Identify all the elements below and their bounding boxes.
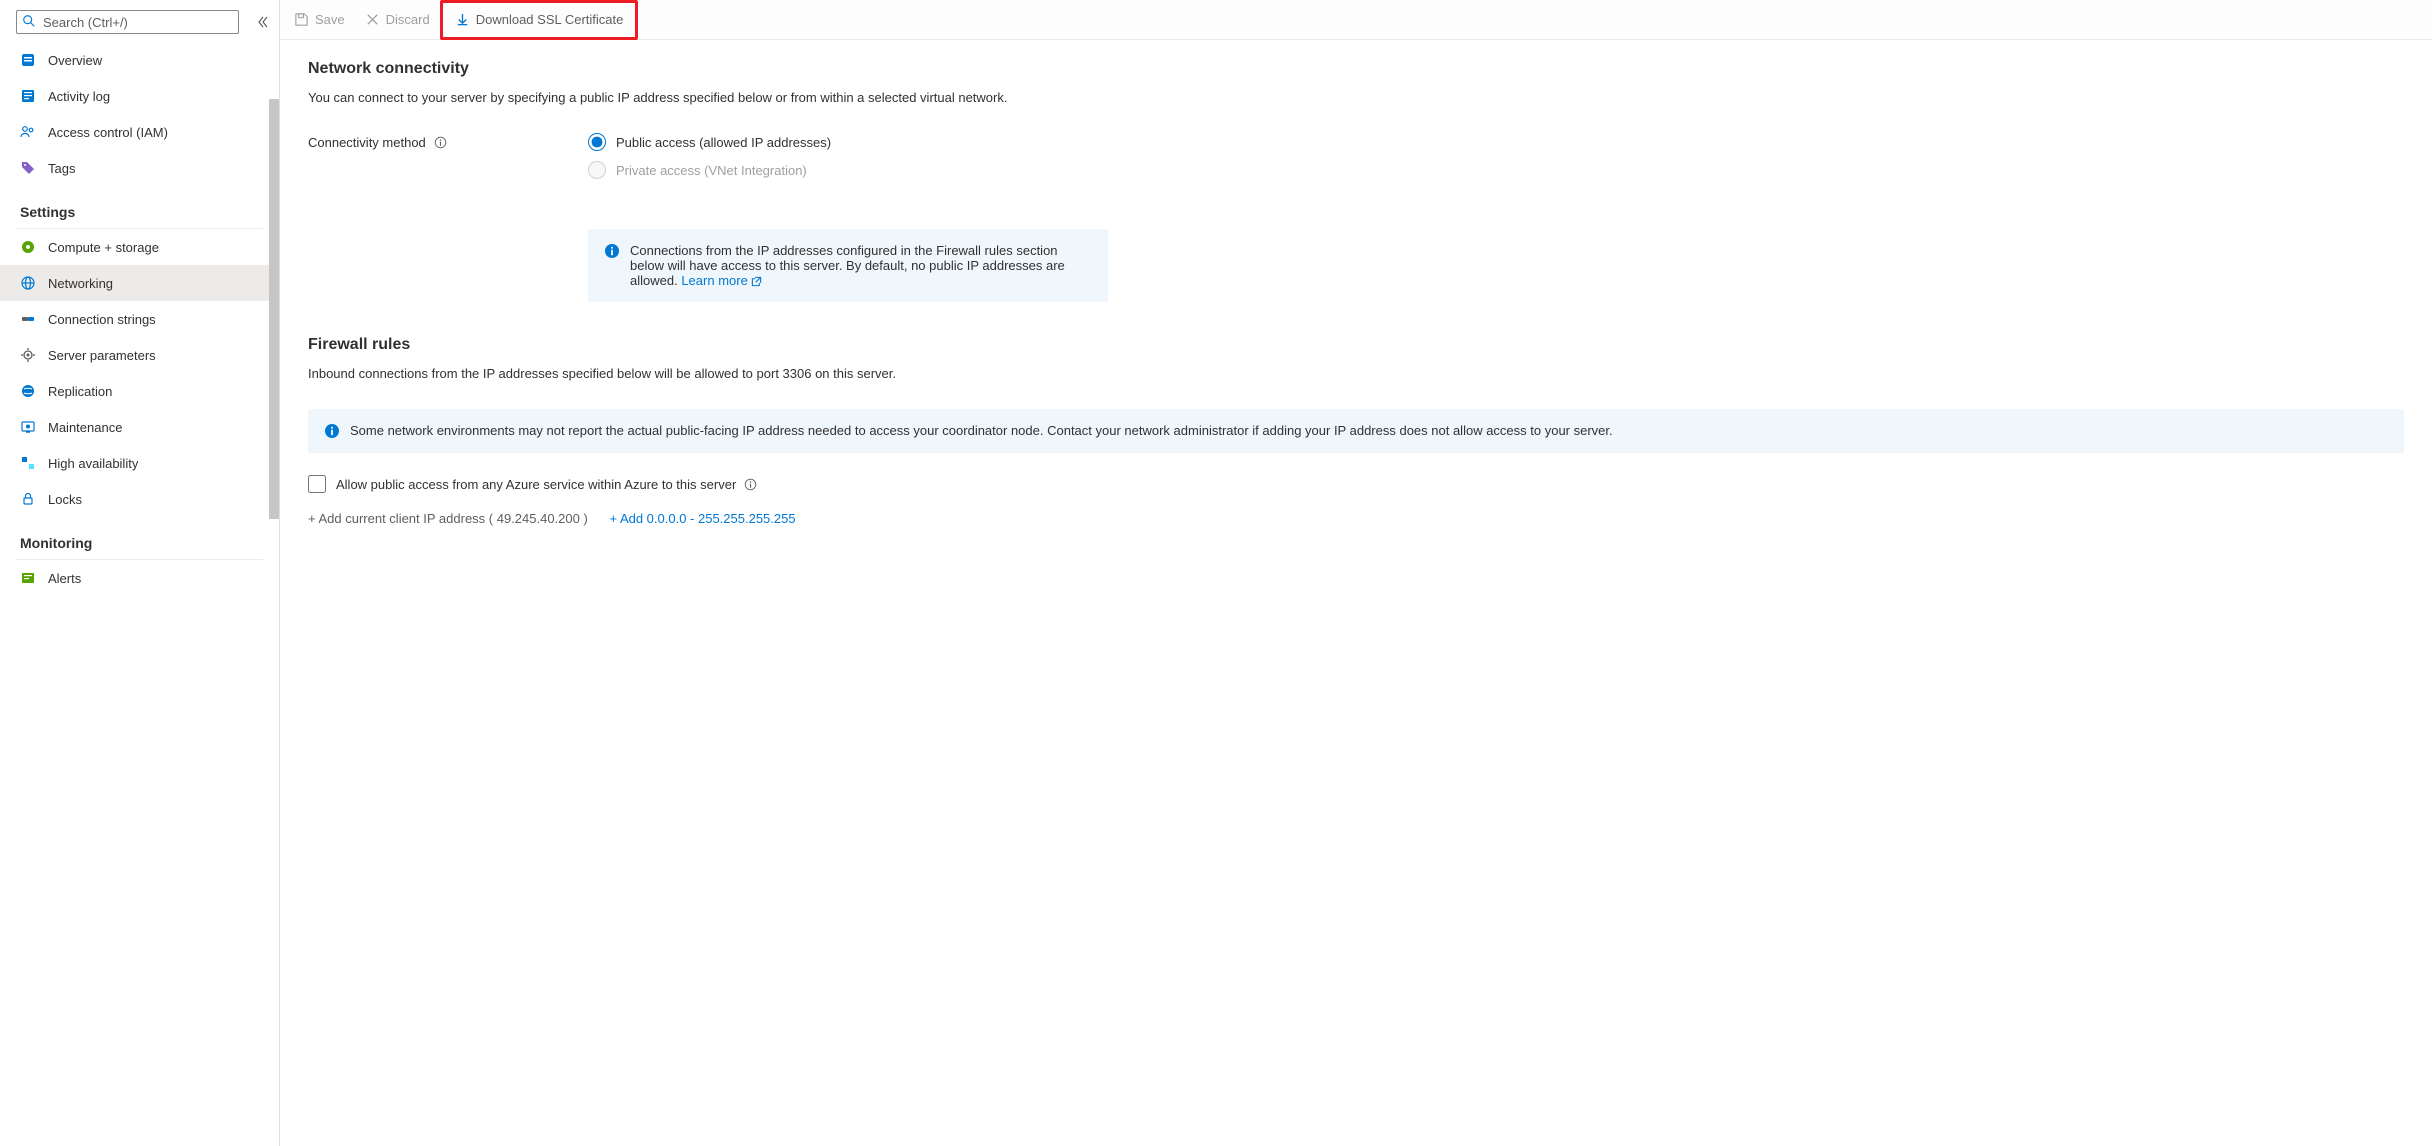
toolbar-btn-label: Save (315, 12, 345, 27)
activity-log-icon (20, 88, 36, 104)
sidebar-item-label: Access control (IAM) (48, 125, 168, 140)
env-info-box: Some network environments may not report… (308, 409, 2404, 453)
connectivity-method-row: Connectivity method Public access (allow… (308, 133, 2404, 308)
download-ssl-button[interactable]: Download SSL Certificate (440, 0, 639, 40)
sidebar-item-label: Networking (48, 276, 113, 291)
firewall-rules-description: Inbound connections from the IP addresse… (308, 366, 2404, 381)
ip-info-box: Connections from the IP addresses config… (588, 229, 1108, 302)
scrollbar-thumb[interactable] (269, 99, 279, 519)
sidebar-item-alerts[interactable]: Alerts (0, 560, 279, 596)
discard-icon (365, 12, 380, 27)
save-button[interactable]: Save (284, 4, 355, 36)
collapse-sidebar-button[interactable] (255, 14, 271, 30)
sidebar-section-settings: Settings (0, 186, 279, 224)
firewall-rules-heading: Firewall rules (308, 336, 2404, 354)
allow-azure-row[interactable]: Allow public access from any Azure servi… (308, 475, 2404, 493)
radio-label: Private access (VNet Integration) (616, 163, 807, 178)
sidebar-item-label: Tags (48, 161, 75, 176)
info-icon (604, 243, 620, 288)
sidebar-item-label: High availability (48, 456, 138, 471)
sidebar-item-replication[interactable]: Replication (0, 373, 279, 409)
alerts-icon (20, 570, 36, 586)
sidebar-item-overview[interactable]: Overview (0, 42, 279, 78)
info-icon (324, 423, 340, 439)
tag-icon (20, 160, 36, 176)
radio-private-access: Private access (VNet Integration) (588, 161, 2404, 179)
content-area: Network connectivity You can connect to … (280, 40, 2432, 1146)
sidebar-item-label: Compute + storage (48, 240, 159, 255)
sidebar-item-connection-strings[interactable]: Connection strings (0, 301, 279, 337)
toolbar-btn-label: Download SSL Certificate (476, 12, 624, 27)
sidebar-nav: Overview Activity log Access control (IA… (0, 42, 279, 1146)
toolbar: Save Discard Download SSL Certificate (280, 0, 2432, 40)
add-current-ip[interactable]: + Add current client IP address ( 49.245… (308, 511, 591, 526)
sidebar-item-label: Connection strings (48, 312, 156, 327)
sidebar-item-high-availability[interactable]: High availability (0, 445, 279, 481)
sidebar: Overview Activity log Access control (IA… (0, 0, 280, 1146)
sidebar-item-label: Server parameters (48, 348, 156, 363)
sidebar-item-activity-log[interactable]: Activity log (0, 78, 279, 114)
sidebar-item-locks[interactable]: Locks (0, 481, 279, 517)
info-text: Some network environments may not report… (350, 423, 1613, 439)
sidebar-item-iam[interactable]: Access control (IAM) (0, 114, 279, 150)
main-area: Save Discard Download SSL Certificate Ne… (280, 0, 2432, 1146)
sidebar-section-monitoring: Monitoring (0, 517, 279, 555)
sidebar-item-tags[interactable]: Tags (0, 150, 279, 186)
connectivity-method-label: Connectivity method (308, 135, 426, 150)
network-connectivity-description: You can connect to your server by specif… (308, 90, 2404, 105)
networking-icon (20, 275, 36, 291)
learn-more-link[interactable]: Learn more (681, 273, 762, 288)
connection-icon (20, 311, 36, 327)
ip-actions-row: + Add current client IP address ( 49.245… (308, 511, 2404, 526)
sidebar-search-row (0, 0, 279, 42)
radio-private-input (588, 161, 606, 179)
info-icon[interactable] (744, 478, 757, 491)
sidebar-item-label: Activity log (48, 89, 110, 104)
sidebar-item-label: Overview (48, 53, 102, 68)
add-ip-range-link[interactable]: + Add 0.0.0.0 - 255.255.255.255 (609, 511, 795, 526)
network-connectivity-heading: Network connectivity (308, 60, 2404, 78)
save-icon (294, 12, 309, 27)
search-icon (22, 14, 36, 28)
sidebar-item-label: Alerts (48, 571, 81, 586)
toolbar-btn-label: Discard (386, 12, 430, 27)
lock-icon (20, 491, 36, 507)
compute-icon (20, 239, 36, 255)
people-icon (20, 124, 36, 140)
sidebar-item-server-parameters[interactable]: Server parameters (0, 337, 279, 373)
search-input[interactable] (16, 10, 239, 34)
sidebar-item-label: Locks (48, 492, 82, 507)
sidebar-item-label: Maintenance (48, 420, 122, 435)
globe-icon (20, 383, 36, 399)
sidebar-item-maintenance[interactable]: Maintenance (0, 409, 279, 445)
download-icon (455, 12, 470, 27)
checkbox-label: Allow public access from any Azure servi… (336, 477, 736, 492)
sidebar-item-networking[interactable]: Networking (0, 265, 279, 301)
radio-public-access[interactable]: Public access (allowed IP addresses) (588, 133, 2404, 151)
maintenance-icon (20, 419, 36, 435)
sidebar-item-compute-storage[interactable]: Compute + storage (0, 229, 279, 265)
info-icon[interactable] (434, 136, 447, 149)
overview-icon (20, 52, 36, 68)
ha-icon (20, 455, 36, 471)
gear-icon (20, 347, 36, 363)
radio-label: Public access (allowed IP addresses) (616, 135, 831, 150)
radio-public-input[interactable] (588, 133, 606, 151)
allow-azure-checkbox[interactable] (308, 475, 326, 493)
discard-button[interactable]: Discard (355, 4, 440, 36)
sidebar-item-label: Replication (48, 384, 112, 399)
